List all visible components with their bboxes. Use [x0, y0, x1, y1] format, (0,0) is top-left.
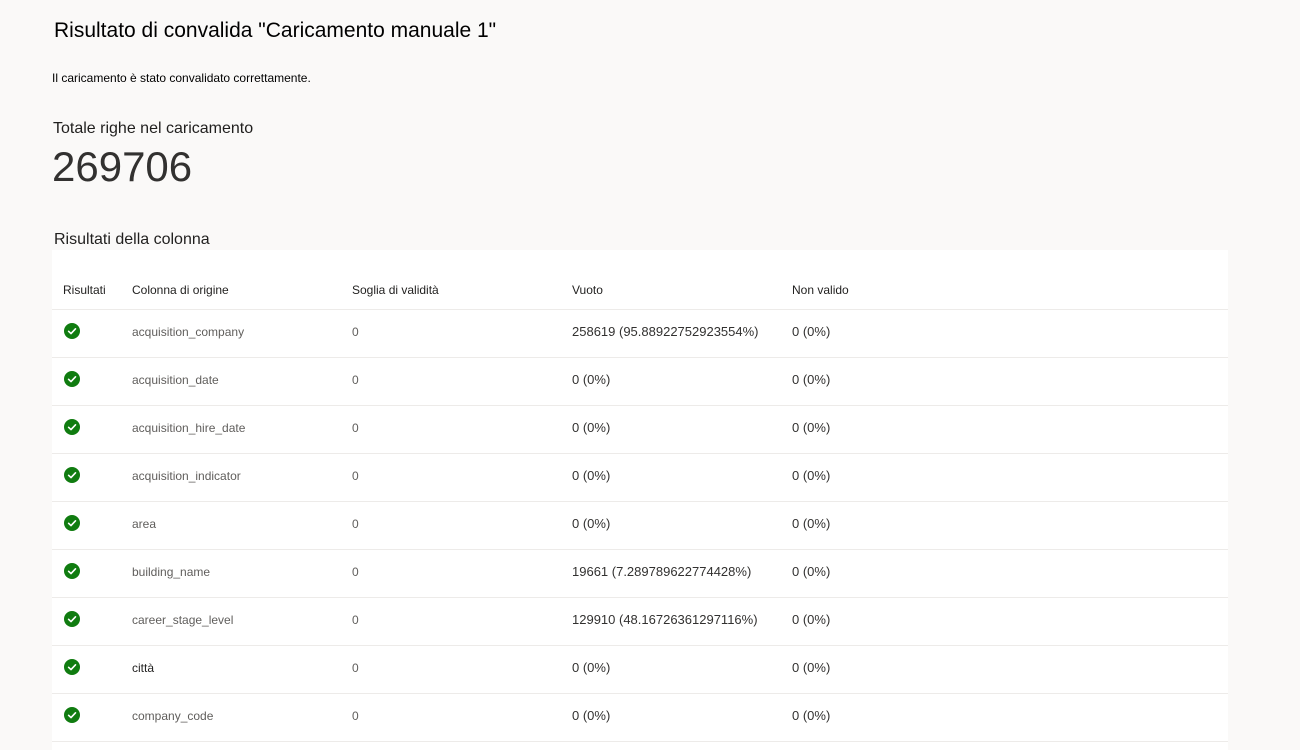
check-circle-icon [64, 707, 80, 723]
source-column-cell: acquisition_date [132, 373, 219, 387]
empty-cell: 0 (0%) [572, 468, 611, 483]
source-column-cell: acquisition_indicator [132, 469, 241, 483]
threshold-cell: 0 [352, 517, 359, 531]
empty-cell: 0 (0%) [572, 516, 611, 531]
total-rows-label: Totale righe nel caricamento [53, 120, 254, 137]
threshold-cell: 0 [352, 661, 359, 675]
column-results-table: Risultati Colonna di origine Soglia di v… [52, 250, 1228, 750]
source-column-cell: building_name [132, 565, 211, 579]
source-column-cell: career_stage_level [132, 613, 234, 627]
check-circle-icon [64, 659, 80, 675]
invalid-cell: 0 (0%) [792, 468, 831, 483]
column-results-title: Risultati della colonna [54, 231, 210, 248]
check-circle-icon [64, 611, 80, 627]
threshold-cell: 0 [352, 469, 359, 483]
invalid-cell: 0 (0%) [792, 372, 831, 387]
check-circle-icon [64, 371, 80, 387]
header-source-column[interactable]: Colonna di origine [132, 283, 229, 297]
threshold-cell: 0 [352, 325, 359, 339]
invalid-cell: 0 (0%) [792, 324, 831, 339]
header-invalid[interactable]: Non valido [792, 283, 849, 297]
source-column-cell: acquisition_hire_date [132, 421, 246, 435]
source-column-cell: acquisition_company [132, 325, 245, 339]
empty-cell: 0 (0%) [572, 372, 611, 387]
check-circle-icon [64, 515, 80, 531]
page-title: Risultato di convalida "Caricamento manu… [54, 19, 497, 42]
check-circle-icon [64, 419, 80, 435]
empty-cell: 0 (0%) [572, 420, 611, 435]
invalid-cell: 0 (0%) [792, 612, 831, 627]
table-row[interactable]: company_code 0 0 (0%) 0 (0%) [52, 694, 1228, 742]
source-column-cell: company_code [132, 709, 214, 723]
invalid-cell: 0 (0%) [792, 420, 831, 435]
threshold-cell: 0 [352, 613, 359, 627]
source-column-cell: città [132, 661, 155, 675]
invalid-cell: 0 (0%) [792, 708, 831, 723]
table-header: Risultati Colonna di origine Soglia di v… [52, 250, 1228, 310]
table-row[interactable]: acquisition_indicator 0 0 (0%) 0 (0%) [52, 454, 1228, 502]
invalid-cell: 0 (0%) [792, 564, 831, 579]
empty-cell: 19661 (7.289789622774428%) [572, 564, 752, 579]
source-column-cell: area [132, 517, 157, 531]
empty-cell: 0 (0%) [572, 708, 611, 723]
table-row[interactable]: acquisition_date 0 0 (0%) 0 (0%) [52, 358, 1228, 406]
threshold-cell: 0 [352, 421, 359, 435]
threshold-cell: 0 [352, 709, 359, 723]
invalid-cell: 0 (0%) [792, 660, 831, 675]
table-row[interactable]: città 0 0 (0%) 0 (0%) [52, 646, 1228, 694]
empty-cell: 0 (0%) [572, 660, 611, 675]
header-results[interactable]: Risultati [63, 283, 106, 297]
threshold-cell: 0 [352, 565, 359, 579]
check-circle-icon [64, 467, 80, 483]
table-row[interactable]: acquisition_company 0 258619 (95.8892275… [52, 310, 1228, 358]
total-rows-value: 269706 [52, 143, 193, 190]
header-threshold[interactable]: Soglia di validità [352, 283, 439, 297]
threshold-cell: 0 [352, 373, 359, 387]
invalid-cell: 0 (0%) [792, 516, 831, 531]
header-empty[interactable]: Vuoto [572, 283, 603, 297]
table-row[interactable]: acquisition_hire_date 0 0 (0%) 0 (0%) [52, 406, 1228, 454]
empty-cell: 129910 (48.16726361297116%) [572, 612, 758, 627]
table-row[interactable]: career_stage_level 0 129910 (48.16726361… [52, 598, 1228, 646]
table-row[interactable]: area 0 0 (0%) 0 (0%) [52, 502, 1228, 550]
check-circle-icon [64, 563, 80, 579]
table-row[interactable]: building_name 0 19661 (7.289789622774428… [52, 550, 1228, 598]
check-circle-icon [64, 323, 80, 339]
empty-cell: 258619 (95.88922752923554%) [572, 324, 759, 339]
success-message: Il caricamento è stato convalidato corre… [52, 71, 311, 85]
